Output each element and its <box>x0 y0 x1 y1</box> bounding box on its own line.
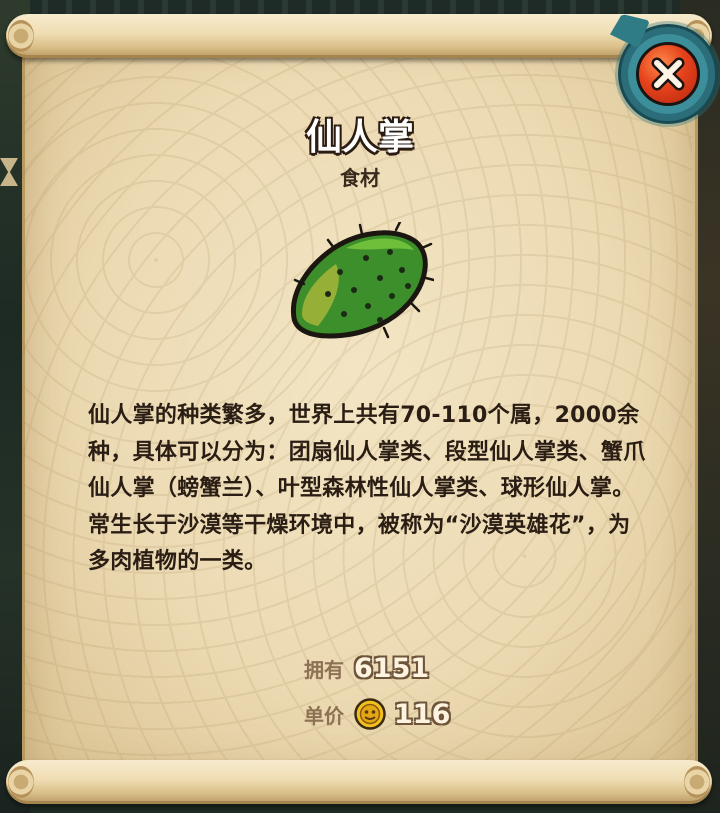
cactus-pad-icon <box>290 222 434 339</box>
price-stat: 单价 116 <box>304 694 450 734</box>
close-button-face[interactable] <box>636 42 700 106</box>
item-category: 食材 <box>340 166 380 190</box>
price-value: 116 <box>394 698 451 730</box>
gold-coin-icon <box>354 698 386 730</box>
close-icon <box>651 57 685 91</box>
scroll-rod-top <box>6 14 712 58</box>
item-title: 仙人掌 <box>305 117 414 158</box>
close-button[interactable] <box>618 24 718 124</box>
owned-value: 6151 <box>354 652 430 684</box>
scroll-rod-bottom <box>6 760 712 804</box>
item-description: 仙人掌的种类繁多，世界上共有70-110个属，2000余种，具体可以分为：团扇仙… <box>88 403 646 574</box>
price-label: 单价 <box>304 703 344 728</box>
owned-label: 拥有 <box>304 657 344 682</box>
owned-stat: 拥有 6151 <box>304 648 429 688</box>
